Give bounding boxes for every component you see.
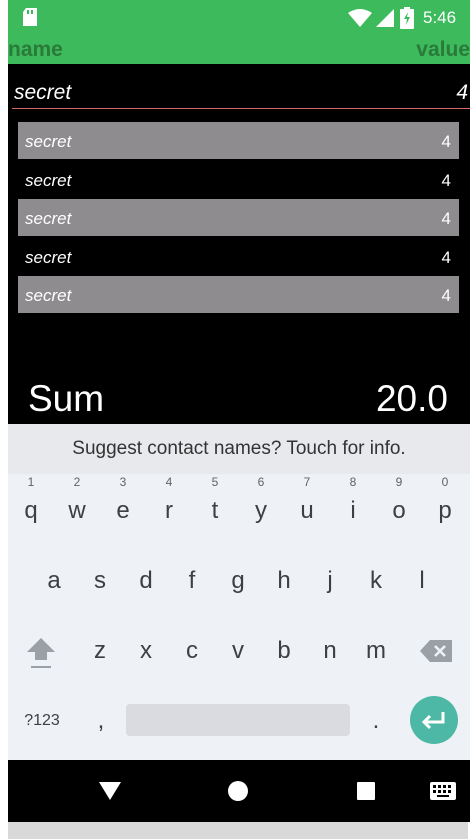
value-input[interactable]: [412, 78, 470, 109]
key-label: t: [211, 497, 219, 524]
list-item-name: secret: [25, 170, 72, 190]
name-column-header: name: [8, 38, 63, 61]
comma-key[interactable]: ,: [78, 698, 124, 744]
wifi-icon: [348, 9, 372, 27]
sd-card-icon: [23, 8, 37, 26]
key-z[interactable]: z: [77, 628, 123, 674]
backspace-icon: [420, 640, 452, 662]
status-time: 5:46: [423, 8, 457, 27]
key-label: e: [116, 497, 130, 524]
key-l[interactable]: l: [399, 558, 445, 604]
key-hint: 3: [119, 475, 127, 489]
key-o[interactable]: 9o: [376, 476, 422, 534]
key-m[interactable]: m: [353, 628, 399, 674]
period-key[interactable]: .: [353, 698, 399, 744]
key-p[interactable]: 0p: [422, 476, 468, 534]
list-item-value: 4: [441, 170, 451, 190]
key-hint: 6: [257, 475, 265, 489]
key-j[interactable]: j: [307, 558, 353, 604]
battery-charging-icon: [400, 7, 414, 29]
list-item-name: secret: [25, 132, 72, 151]
column-header: name value: [8, 36, 470, 64]
space-bar[interactable]: [126, 704, 350, 736]
enter-icon: [421, 712, 445, 730]
entry-editor: [8, 64, 470, 116]
list-item-name: secret: [25, 286, 72, 305]
sum-row: Sum 20.0: [8, 372, 470, 424]
key-hint: 7: [303, 475, 311, 489]
list-item[interactable]: secret 4: [18, 199, 459, 236]
contact-suggestion-strip[interactable]: Suggest contact names? Touch for info.: [8, 424, 470, 474]
key-n[interactable]: n: [307, 628, 353, 674]
navigation-bar: [8, 760, 470, 822]
key-label: p: [438, 497, 452, 524]
key-label: i: [350, 497, 356, 524]
list-item-value: 4: [441, 247, 451, 267]
key-s[interactable]: s: [77, 558, 123, 604]
sum-label: Sum: [28, 378, 105, 419]
key-label: y: [255, 497, 267, 524]
key-hint: 2: [73, 475, 81, 489]
list-item[interactable]: secret 4: [18, 276, 459, 313]
key-hint: 5: [211, 475, 219, 489]
list-item[interactable]: secret 4: [18, 122, 459, 159]
shift-icon: [27, 638, 55, 668]
key-b[interactable]: b: [261, 628, 307, 674]
name-input[interactable]: [12, 78, 412, 109]
key-a[interactable]: a: [31, 558, 77, 604]
back-icon[interactable]: [99, 780, 121, 802]
background-app-left-edge: [0, 0, 8, 839]
key-hint: 9: [395, 475, 403, 489]
key-label: r: [165, 497, 173, 524]
list-item-name: secret: [25, 209, 72, 228]
list-item-value: 4: [441, 209, 451, 228]
key-hint: 1: [27, 475, 35, 489]
list-item-value: 4: [441, 286, 451, 305]
key-e[interactable]: 3e: [100, 476, 146, 534]
list-item-name: secret: [25, 247, 72, 267]
sum-value: 20.0: [375, 378, 448, 419]
soft-keyboard: Suggest contact names? Touch for info. 1…: [8, 424, 470, 760]
phone-screen: 5:46 name value secret 4 secret 4 secret…: [8, 0, 470, 822]
keyboard-switch-icon[interactable]: [430, 782, 456, 800]
key-c[interactable]: c: [169, 628, 215, 674]
key-d[interactable]: d: [123, 558, 169, 604]
key-t[interactable]: 5t: [192, 476, 238, 534]
entry-list: secret 4 secret 4 secret 4 secret 4 secr…: [18, 122, 459, 315]
key-k[interactable]: k: [353, 558, 399, 604]
key-u[interactable]: 7u: [284, 476, 330, 534]
status-bar: 5:46: [8, 0, 470, 36]
symbols-key[interactable]: ?123: [18, 698, 66, 744]
key-hint: 0: [441, 475, 449, 489]
key-hint: 4: [165, 475, 173, 489]
shift-key[interactable]: [18, 628, 64, 674]
list-item[interactable]: secret 4: [18, 161, 459, 198]
key-label: w: [68, 497, 86, 524]
key-v[interactable]: v: [215, 628, 261, 674]
signal-icon: [376, 9, 394, 27]
key-label: q: [24, 497, 38, 524]
key-h[interactable]: h: [261, 558, 307, 604]
enter-key[interactable]: [410, 696, 458, 744]
key-r[interactable]: 4r: [146, 476, 192, 534]
key-label: o: [392, 497, 406, 524]
backspace-key[interactable]: [413, 628, 459, 674]
value-column-header: value: [416, 38, 470, 61]
key-q[interactable]: 1q: [8, 476, 54, 534]
key-label: u: [300, 497, 314, 524]
list-item[interactable]: secret 4: [18, 238, 459, 275]
home-icon[interactable]: [228, 781, 248, 801]
key-hint: 8: [349, 475, 357, 489]
key-x[interactable]: x: [123, 628, 169, 674]
key-i[interactable]: 8i: [330, 476, 376, 534]
key-f[interactable]: f: [169, 558, 215, 604]
key-y[interactable]: 6y: [238, 476, 284, 534]
list-item-value: 4: [441, 132, 451, 151]
key-g[interactable]: g: [215, 558, 261, 604]
key-w[interactable]: 2w: [54, 476, 100, 534]
recents-icon[interactable]: [357, 782, 375, 800]
